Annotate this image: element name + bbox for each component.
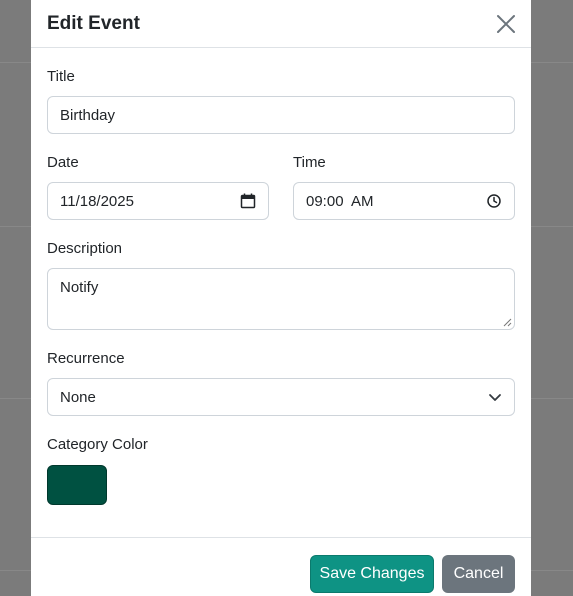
cancel-button[interactable]: Cancel xyxy=(442,555,515,593)
edit-event-modal: Edit Event Title Birthday Date 11/18/202… xyxy=(31,0,531,596)
chevron-down-icon xyxy=(489,394,501,401)
date-input[interactable]: 11/18/2025 xyxy=(47,182,269,220)
date-input-value: 11/18/2025 xyxy=(60,192,134,210)
clock-icon[interactable] xyxy=(486,193,502,209)
resize-grip-icon[interactable] xyxy=(503,318,512,327)
modal-header: Edit Event xyxy=(31,0,531,48)
time-input[interactable]: 09:00 AM xyxy=(293,182,515,220)
category-color-label: Category Color xyxy=(47,436,148,453)
modal-title: Edit Event xyxy=(47,12,140,34)
title-input[interactable]: Birthday xyxy=(47,96,515,134)
recurrence-label: Recurrence xyxy=(47,350,125,367)
save-changes-button[interactable]: Save Changes xyxy=(310,555,434,593)
modal-footer: Save Changes Cancel xyxy=(31,537,531,596)
title-label: Title xyxy=(47,68,75,85)
close-button[interactable] xyxy=(495,13,517,35)
recurrence-select-value: None xyxy=(60,388,96,406)
description-textarea-value: Notify xyxy=(60,279,99,296)
recurrence-select[interactable]: None xyxy=(47,378,515,416)
date-label: Date xyxy=(47,154,79,171)
close-icon xyxy=(497,14,515,33)
time-input-value: 09:00 AM xyxy=(306,192,374,210)
calendar-icon[interactable] xyxy=(240,193,256,209)
description-label: Description xyxy=(47,240,123,257)
title-input-value: Birthday xyxy=(60,106,116,124)
category-color-picker[interactable] xyxy=(47,465,107,505)
description-textarea[interactable]: Notify xyxy=(47,268,515,330)
time-label: Time xyxy=(293,154,326,171)
